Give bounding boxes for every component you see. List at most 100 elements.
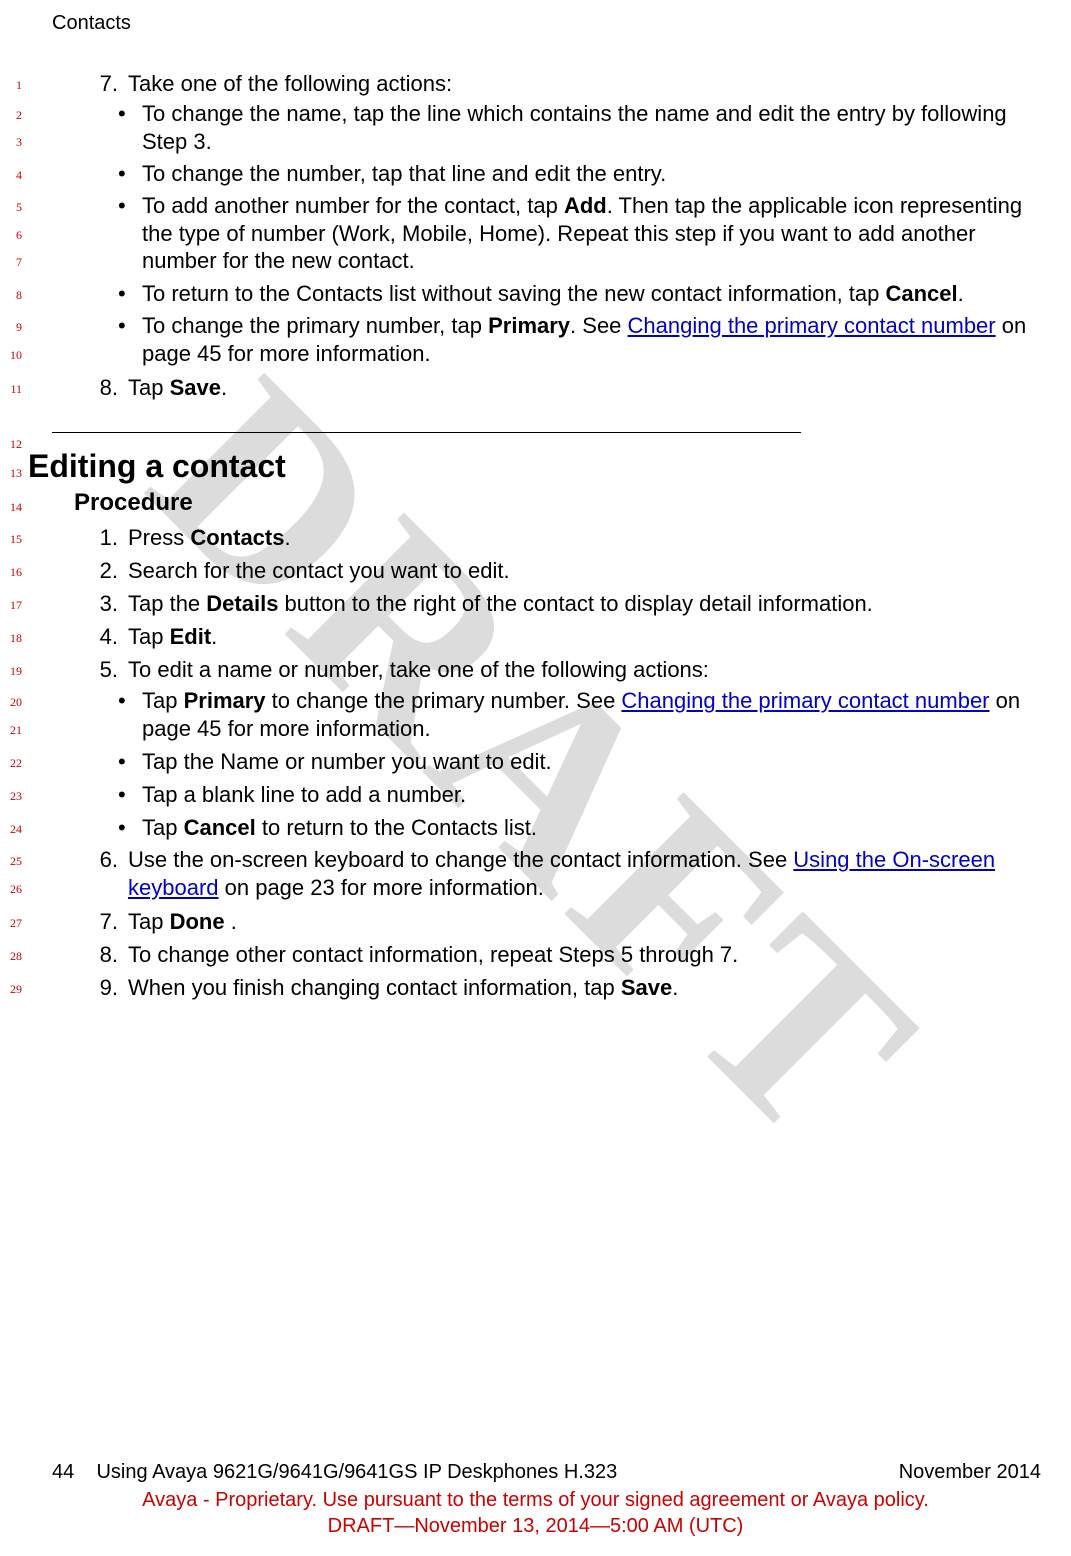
bullet-icon: • (118, 160, 142, 188)
proc-step-1: 1. Press Contacts. (52, 524, 1041, 552)
text: . (958, 281, 964, 306)
text: . See (570, 313, 627, 338)
heading-procedure: Procedure (52, 488, 1041, 518)
bold: Edit (170, 624, 212, 649)
heading-editing-contact: Editing a contact (28, 446, 1041, 486)
bullet-text: To change the name, tap the line which c… (142, 100, 1041, 155)
line-num: 11 (0, 382, 22, 397)
proc-step-9: 9. When you finish changing contact info… (52, 974, 1041, 1002)
step-8: 8. Tap Save. (52, 374, 1041, 402)
bold: Primary (184, 688, 266, 713)
bullet: • To change the name, tap the line which… (52, 100, 1041, 155)
bold: Details (206, 591, 278, 616)
list-item: 7. Take one of the following actions: (52, 70, 1041, 98)
text: To return to the Contacts list without s… (142, 281, 886, 306)
text: button to the right of the contact to di… (278, 591, 872, 616)
bold: Cancel (886, 281, 958, 306)
section-divider (52, 432, 1041, 433)
bullet: • To add another number for the contact,… (52, 192, 1041, 275)
line-num: 15 (0, 532, 22, 547)
list-number: 7. (52, 70, 128, 98)
list-number: 3. (52, 590, 128, 618)
line-num: 1 (0, 78, 22, 93)
list-item: 5. To edit a name or number, take one of… (52, 656, 1041, 684)
list-item: 8. To change other contact information, … (52, 941, 1041, 969)
bold: Save (621, 975, 672, 1000)
proc-step-5-bullet-2: • Tap the Name or number you want to edi… (52, 748, 1041, 776)
bullet-icon: • (118, 814, 142, 842)
text: . (284, 525, 290, 550)
line-num: 24 (0, 822, 22, 837)
text: . (225, 909, 237, 934)
list-text: Tap Edit. (128, 623, 1041, 651)
footer-line-1: 44 Using Avaya 9621G/9641G/9641GS IP Des… (52, 1461, 1041, 1484)
list-item: 8. Tap Save. (52, 374, 1041, 402)
list-text: Take one of the following actions: (128, 70, 1041, 98)
text: Tap (142, 815, 184, 840)
step-7-bullet-2: • To change the number, tap that line an… (52, 160, 1041, 188)
line-num: 13 (0, 466, 22, 481)
line-num: 21 (0, 723, 22, 738)
list-number: 8. (52, 941, 128, 969)
list-text: Tap the Details button to the right of t… (128, 590, 1041, 618)
text: . (672, 975, 678, 1000)
bold: Done (170, 909, 225, 934)
list-number: 8. (52, 374, 128, 402)
bullet-icon: • (118, 100, 142, 155)
bullet-icon: • (118, 192, 142, 275)
text: Tap (128, 624, 170, 649)
bullet-text: Tap a blank line to add a number. (142, 781, 1041, 809)
text: on page 23 for more information. (219, 875, 544, 900)
list-text: To change other contact information, rep… (128, 941, 1041, 969)
line-num: 28 (0, 949, 22, 964)
line-num: 12 (0, 437, 22, 452)
text: Tap (128, 909, 170, 934)
list-item: 2. Search for the contact you want to ed… (52, 557, 1041, 585)
footer-proprietary: Avaya - Proprietary. Use pursuant to the… (0, 1489, 1071, 1512)
line-num: 17 (0, 598, 22, 613)
list-number: 5. (52, 656, 128, 684)
text: to change the primary number. See (266, 688, 622, 713)
doc-title: Using Avaya 9621G/9641G/9641GS IP Deskph… (96, 1461, 617, 1483)
step-7: 7. Take one of the following actions: (52, 70, 1041, 98)
list-number: 7. (52, 908, 128, 936)
list-text: Use the on-screen keyboard to change the… (128, 846, 1041, 901)
text: Tap (128, 375, 170, 400)
bullet-text: Tap Cancel to return to the Contacts lis… (142, 814, 1041, 842)
bold: Contacts (190, 525, 284, 550)
proc-step-8: 8. To change other contact information, … (52, 941, 1041, 969)
line-num: 20 (0, 695, 22, 710)
text: To add another number for the contact, t… (142, 193, 564, 218)
step-7-bullet-5: • To change the primary number, tap Prim… (52, 312, 1041, 367)
line-num: 9 (0, 320, 22, 335)
bold: Primary (488, 313, 570, 338)
line-num: 5 (0, 200, 22, 215)
line-num: 2 (0, 108, 22, 123)
bullet-icon: • (118, 687, 142, 742)
line-num: 7 (0, 255, 22, 270)
bullet-icon: • (118, 280, 142, 308)
page: DRAFT Contacts 1 2 3 4 5 6 7 8 9 10 11 1… (0, 0, 1071, 1556)
line-num: 18 (0, 631, 22, 646)
footer-draft-stamp: DRAFT—November 13, 2014—5:00 AM (UTC) (0, 1515, 1071, 1538)
line-num: 4 (0, 168, 22, 183)
text: Tap (142, 688, 184, 713)
text: Press (128, 525, 190, 550)
list-text: Tap Save. (128, 374, 1041, 402)
link-primary-contact-number[interactable]: Changing the primary contact number (628, 313, 996, 338)
list-number: 4. (52, 623, 128, 651)
list-number: 1. (52, 524, 128, 552)
list-text: Search for the contact you want to edit. (128, 557, 1041, 585)
link-primary-contact-number[interactable]: Changing the primary contact number (621, 688, 989, 713)
line-num: 23 (0, 789, 22, 804)
bullet-text: Tap Primary to change the primary number… (142, 687, 1041, 742)
line-num: 25 (0, 854, 22, 869)
footer-date: November 2014 (899, 1461, 1041, 1484)
line-num: 8 (0, 288, 22, 303)
bullet-text: To change the primary number, tap Primar… (142, 312, 1041, 367)
bullet-icon: • (118, 748, 142, 776)
text: Use the on-screen keyboard to change the… (128, 847, 793, 872)
list-number: 6. (52, 846, 128, 901)
line-num: 22 (0, 756, 22, 771)
step-7-bullet-3: • To add another number for the contact,… (52, 192, 1041, 275)
